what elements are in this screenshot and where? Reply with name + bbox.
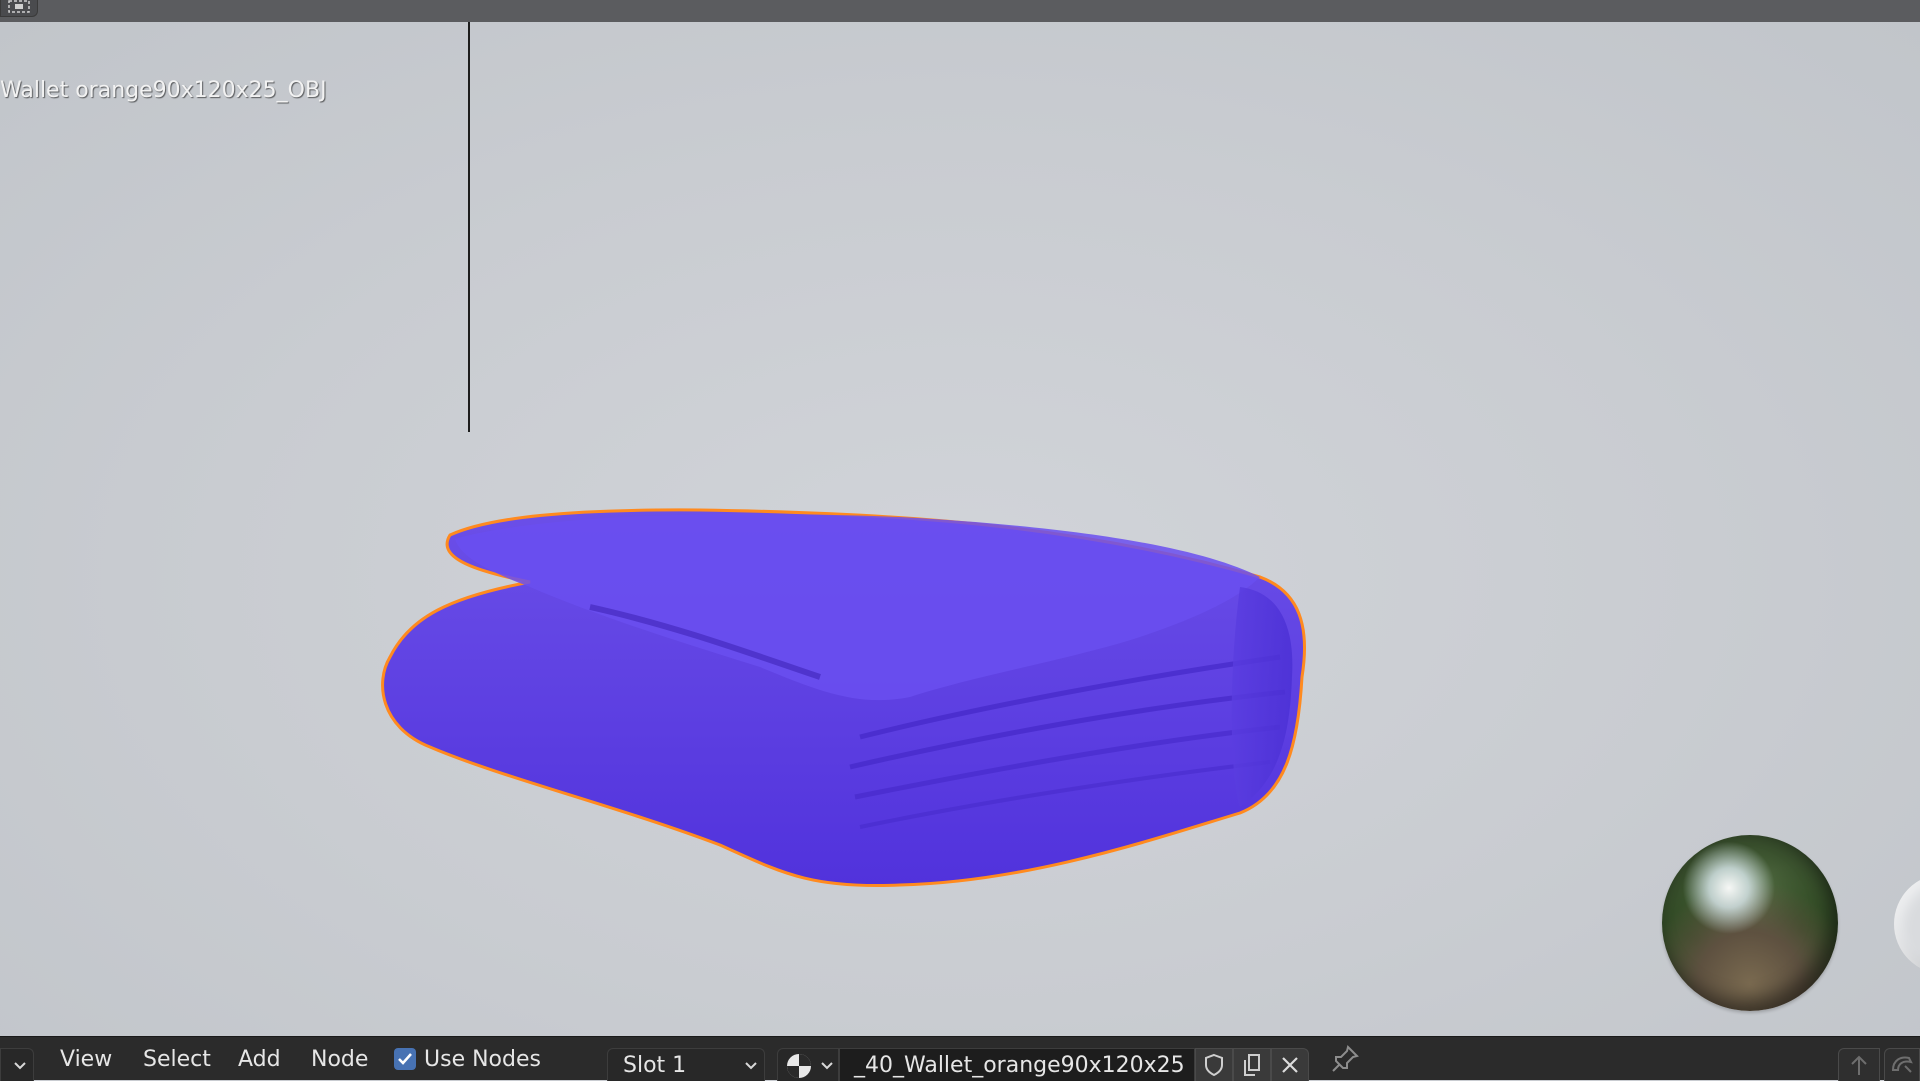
editor-type-dropdown[interactable]	[0, 1048, 34, 1081]
browse-material-dropdown[interactable]	[777, 1048, 839, 1081]
node-editor-header: View Select Add Node Use Nodes Slot 1 _4…	[0, 1036, 1920, 1081]
slot-selected: Slot 1	[623, 1052, 687, 1078]
material-preview-viewport[interactable]: Wallet orange90x120x25_OBJ	[0, 22, 1920, 1036]
menu-add[interactable]: Add	[232, 1047, 287, 1072]
pin-icon	[1332, 1045, 1359, 1072]
use-nodes-checkbox[interactable]	[394, 1048, 416, 1070]
menu-select[interactable]: Select	[137, 1047, 217, 1072]
use-nodes-label: Use Nodes	[424, 1046, 541, 1072]
header-menu: View	[54, 1037, 118, 1081]
unlink-x-icon	[1282, 1057, 1298, 1073]
top-editor-header	[0, 0, 1920, 22]
editor-type-icon[interactable]	[0, 0, 38, 17]
wallet-3d-object[interactable]	[380, 477, 1380, 907]
material-ball-icon	[787, 1054, 811, 1078]
unlink-material-button[interactable]	[1271, 1048, 1309, 1081]
slot-dropdown[interactable]: Slot 1	[607, 1048, 765, 1081]
material-name-text: _40_Wallet_orange90x120x25	[854, 1052, 1185, 1078]
header-menu-add-wrap: Add	[232, 1037, 287, 1081]
snap-toggle-button[interactable]	[1884, 1048, 1920, 1081]
header-menu-select-wrap: Select	[137, 1037, 217, 1081]
parent-arrow-icon	[1851, 1055, 1867, 1075]
checkmark-icon	[398, 1053, 412, 1065]
side-preview-sphere	[1894, 874, 1920, 974]
use-nodes-toggle[interactable]: Use Nodes	[394, 1037, 541, 1081]
chevron-down-icon	[14, 1062, 26, 1070]
material-name-field[interactable]: _40_Wallet_orange90x120x25	[839, 1048, 1195, 1081]
new-material-button[interactable]	[1233, 1048, 1271, 1081]
chevron-down-icon	[745, 1062, 757, 1070]
fake-user-button[interactable]	[1195, 1048, 1233, 1081]
chevron-down-icon	[821, 1062, 833, 1070]
menu-view[interactable]: View	[54, 1047, 118, 1072]
pin-button[interactable]	[1330, 1037, 1360, 1081]
new-material-icon	[1244, 1054, 1260, 1076]
object-name-label: Wallet orange90x120x25_OBJ	[0, 78, 327, 103]
editor-split-line	[468, 22, 470, 432]
snap-icon	[1891, 1056, 1913, 1073]
fake-user-shield-icon	[1205, 1053, 1223, 1077]
hdri-preview-sphere	[1662, 835, 1838, 1011]
menu-node[interactable]: Node	[305, 1047, 374, 1072]
header-menu-node-wrap: Node	[305, 1037, 374, 1081]
parent-node-tree-button[interactable]	[1838, 1048, 1880, 1081]
